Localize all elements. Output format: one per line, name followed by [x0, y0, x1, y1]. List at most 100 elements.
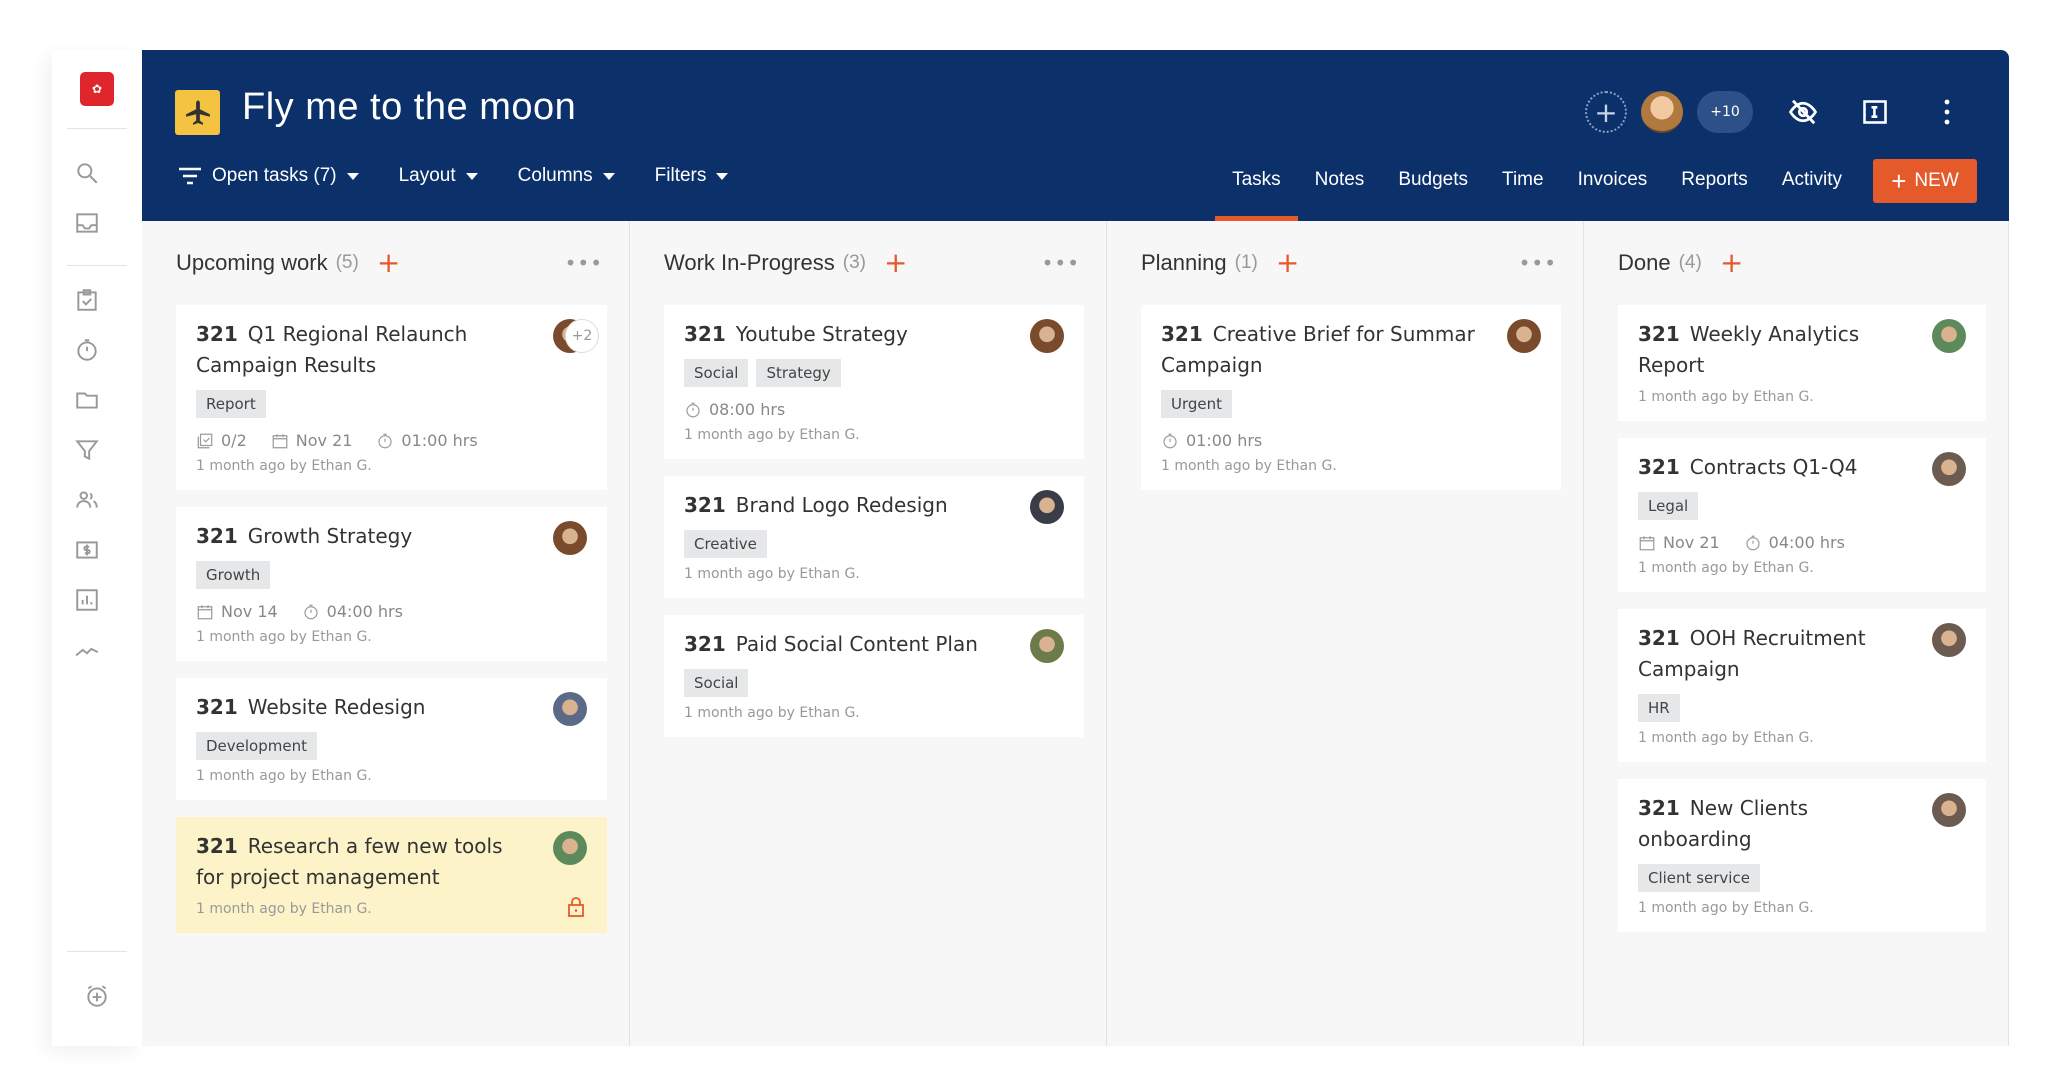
card-title: 321 Brand Logo Redesign — [684, 490, 1064, 521]
trend-icon[interactable] — [67, 630, 107, 670]
task-card[interactable]: 321 Creative Brief for Summar Campaign Urg… — [1141, 305, 1561, 490]
avatar[interactable] — [1932, 793, 1966, 827]
avatar[interactable] — [553, 521, 587, 555]
tab-budgets[interactable]: Budgets — [1381, 157, 1485, 221]
avatar[interactable] — [1932, 319, 1966, 353]
task-name: Research a few new tools for project man… — [196, 834, 503, 889]
more-horizontal-icon[interactable]: ••• — [1042, 251, 1080, 275]
card-footer: 1 month ago by Ethan G. — [196, 768, 372, 784]
avatar[interactable] — [1507, 319, 1541, 353]
time-estimate: 01:00 hrs — [401, 431, 478, 450]
avatar[interactable] — [1030, 319, 1064, 353]
card-footer: 1 month ago by Ethan G. — [684, 705, 860, 721]
avatar[interactable] — [1030, 629, 1064, 663]
avatar[interactable] — [1932, 623, 1966, 657]
tab-notes[interactable]: Notes — [1298, 157, 1382, 221]
eye-off-icon[interactable] — [1781, 90, 1825, 134]
tasks-icon[interactable] — [67, 280, 107, 320]
search-icon[interactable] — [67, 153, 107, 193]
task-name: Website Redesign — [247, 695, 426, 719]
toolbar-dropdown-layout[interactable]: Layout — [399, 165, 478, 187]
panel-icon[interactable] — [1853, 90, 1897, 134]
tag: Urgent — [1161, 390, 1233, 418]
avatar[interactable] — [1932, 452, 1966, 486]
caret-down-icon — [346, 172, 359, 180]
tag: Creative — [684, 530, 767, 558]
tab-invoices[interactable]: Invoices — [1561, 157, 1665, 221]
task-id: 321 — [684, 322, 726, 346]
folder-icon[interactable] — [67, 380, 107, 420]
task-card[interactable]: 321 OOH Recruitment Campaign HR 1 month ago… — [1618, 609, 1986, 762]
due-date: Nov 21 — [295, 431, 353, 450]
toolbar-dropdown-open[interactable]: Open tasks (7) — [178, 165, 359, 187]
stopwatch-icon — [304, 604, 318, 619]
add-alarm-icon[interactable] — [77, 976, 117, 1016]
divider — [67, 128, 127, 129]
task-card[interactable]: 321 Website Redesign Development 1 month ag… — [176, 678, 607, 800]
column-title: Planning — [1141, 250, 1227, 275]
task-card[interactable]: 321 Growth Strategy Growth Nov 14 04:00 hrs 1… — [176, 507, 607, 661]
task-card[interactable]: 321 Contracts Q1-Q4 Legal Nov 21 04:00 hrs 1 … — [1618, 438, 1986, 592]
task-name: Contracts Q1-Q4 — [1689, 455, 1858, 479]
tab-reports[interactable]: Reports — [1664, 157, 1765, 221]
task-card[interactable]: 321 Brand Logo Redesign Creative 1 month ag… — [664, 476, 1084, 598]
tag: Growth — [196, 561, 271, 589]
toolbar-dropdown-filters[interactable]: Filters — [655, 165, 729, 187]
extra-assignees-badge[interactable]: +2 — [565, 319, 599, 353]
caret-down-icon — [716, 172, 729, 180]
task-card[interactable]: 321 Paid Social Content Plan Social 1 month… — [664, 615, 1084, 737]
new-button[interactable]: + NEW — [1873, 159, 1977, 203]
add-card-button[interactable]: + — [884, 249, 907, 277]
app-logo[interactable]: ✿ — [80, 72, 114, 106]
tag: Development — [196, 732, 317, 760]
task-card[interactable]: 321 Weekly Analytics Report 1 month ago by… — [1618, 305, 1986, 421]
stopwatch-icon — [378, 433, 393, 448]
more-members-badge[interactable]: +10 — [1697, 91, 1753, 133]
tab-tasks[interactable]: Tasks — [1215, 157, 1298, 221]
task-card[interactable]: 321 Youtube Strategy Social Strategy 08:00 h… — [664, 305, 1084, 459]
task-id: 321 — [196, 322, 238, 346]
inbox-icon[interactable] — [67, 203, 107, 243]
add-member-button[interactable]: + — [1585, 91, 1627, 133]
filter-icon[interactable] — [67, 430, 107, 470]
avatar[interactable] — [553, 831, 587, 865]
time-estimate: 04:00 hrs — [326, 602, 403, 621]
avatar[interactable] — [553, 692, 587, 726]
dollar-icon[interactable] — [67, 530, 107, 570]
task-name: Youtube Strategy — [735, 322, 908, 346]
add-card-button[interactable]: + — [377, 249, 400, 277]
more-vertical-icon[interactable] — [1925, 90, 1969, 134]
task-card[interactable]: 321 Research a few new tools for project … — [176, 817, 607, 933]
timer-icon[interactable] — [67, 330, 107, 370]
people-icon[interactable] — [67, 480, 107, 520]
column-planning: Planning (1) + ••• 321 Creative Brief for Sum… — [1107, 221, 1584, 1046]
avatar[interactable] — [1641, 91, 1683, 133]
task-name: Paid Social Content Plan — [735, 632, 978, 656]
report-chart-icon[interactable] — [67, 580, 107, 620]
kanban-board: Upcoming work (5) + ••• 321 Q1 Regional Relau… — [142, 221, 2009, 1046]
avatar[interactable] — [1030, 490, 1064, 524]
toolbar-dropdown-columns[interactable]: Columns — [518, 165, 615, 187]
task-card[interactable]: 321 New Clients onboarding Client service 1… — [1618, 779, 1986, 932]
task-id: 321 — [1161, 322, 1203, 346]
column-count: (4) — [1678, 252, 1702, 273]
add-card-button[interactable]: + — [1276, 249, 1299, 277]
due-date: Nov 21 — [1663, 533, 1720, 552]
column-count: (5) — [335, 252, 359, 273]
card-title: 321 Q1 Regional Relaunch Campaign Results — [196, 319, 587, 381]
card-title: 321 New Clients onboarding — [1638, 793, 1966, 855]
column-count: (3) — [842, 252, 866, 273]
task-id: 321 — [196, 834, 238, 858]
more-horizontal-icon[interactable]: ••• — [1519, 251, 1557, 275]
task-card[interactable]: 321 Q1 Regional Relaunch Campaign Results… — [176, 305, 607, 490]
tab-time[interactable]: Time — [1485, 157, 1561, 221]
task-name: Growth Strategy — [247, 524, 413, 548]
tab-activity[interactable]: Activity — [1765, 157, 1859, 221]
tag: Social — [684, 669, 749, 697]
card-footer: 1 month ago by Ethan G. — [684, 566, 860, 582]
toolbar-label: Layout — [398, 165, 456, 186]
more-horizontal-icon[interactable]: ••• — [565, 251, 603, 275]
add-card-button[interactable]: + — [1720, 249, 1743, 277]
caret-down-icon — [465, 172, 478, 180]
task-id: 321 — [1638, 626, 1680, 650]
